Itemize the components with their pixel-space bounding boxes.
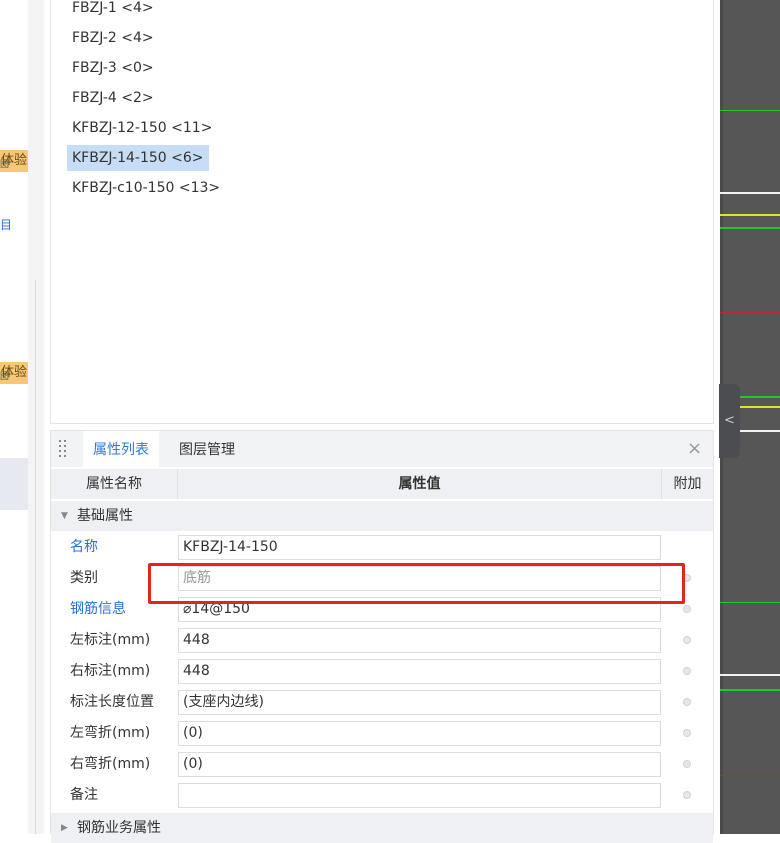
property-row-name: 名称 KFBZJ-14-150 <box>51 532 713 563</box>
left-selected-item[interactable] <box>0 458 28 510</box>
side-menu-char[interactable]: 目 <box>0 216 12 233</box>
property-label: 右弯折(mm) <box>70 756 151 772</box>
column-header-name: 属性名称 <box>51 469 178 499</box>
list-item[interactable]: FBZJ-1 <4> <box>67 0 159 21</box>
property-label: 右标注(mm) <box>70 663 151 679</box>
group-label: 基础属性 <box>77 508 133 524</box>
trial-badge-small-label: 图 <box>0 372 10 382</box>
list-item-selected[interactable]: KFBZJ-14-150 <6> <box>67 145 209 171</box>
canvas-line-red <box>720 312 780 313</box>
tab-property-list[interactable]: 属性列表 <box>83 431 159 467</box>
property-value-field[interactable] <box>178 783 661 808</box>
property-label: 标注长度位置 <box>70 694 154 710</box>
attach-dot-icon[interactable] <box>683 760 691 768</box>
canvas-line-green <box>720 110 780 111</box>
group-label: 钢筋业务属性 <box>77 820 161 836</box>
drag-grip-icon[interactable] <box>59 440 67 458</box>
list-item[interactable]: FBZJ-3 <0> <box>67 55 159 81</box>
property-label: 左标注(mm) <box>70 632 151 648</box>
property-row-left-bend: 左弯折(mm) (0) <box>51 718 713 749</box>
property-label: 左弯折(mm) <box>70 725 151 741</box>
attach-dot-icon[interactable] <box>683 698 691 706</box>
property-row-category: 类别 底筋 <box>51 563 713 594</box>
canvas-line-white <box>720 192 780 194</box>
group-rebar-business-properties[interactable]: ▶ 钢筋业务属性 <box>51 813 713 843</box>
property-value-field[interactable]: KFBZJ-14-150 <box>178 535 661 560</box>
property-row-length-position: 标注长度位置 (支座内边线) <box>51 687 713 718</box>
list-item[interactable]: FBZJ-2 <4> <box>67 25 159 51</box>
expand-arrow-icon[interactable]: ▶ <box>61 813 68 843</box>
list-item[interactable]: FBZJ-4 <2> <box>67 85 159 111</box>
property-value-field[interactable]: (0) <box>178 721 661 746</box>
attach-dot-icon[interactable] <box>683 667 691 675</box>
chevron-left-icon: < <box>724 413 735 428</box>
property-value-field[interactable]: (0) <box>178 752 661 777</box>
close-icon[interactable]: × <box>687 439 702 459</box>
attach-dot-icon[interactable] <box>683 605 691 613</box>
left-sidebar-divider <box>35 280 36 834</box>
property-value-field[interactable]: (支座内边线) <box>178 690 661 715</box>
tab-layer-management[interactable]: 图层管理 <box>169 431 245 467</box>
attach-dot-icon[interactable] <box>683 729 691 737</box>
canvas-line-yellow <box>720 214 780 216</box>
canvas-line-green <box>720 227 780 229</box>
column-header-extra: 附加 <box>662 469 713 499</box>
property-row-rebar-info: 钢筋信息 ⌀14@150 <box>51 594 713 625</box>
component-list-panel: FBZJ-1 <4> FBZJ-2 <4> FBZJ-3 <0> FBZJ-4 … <box>50 0 714 424</box>
trial-badge-small-label: 图 <box>0 160 10 170</box>
property-value-field[interactable]: 448 <box>178 628 661 653</box>
attach-dot-icon[interactable] <box>683 791 691 799</box>
group-basic-properties[interactable]: ▼ 基础属性 <box>51 501 713 531</box>
property-row-right-label: 右标注(mm) 448 <box>51 656 713 687</box>
properties-tabbar: 属性列表 图层管理 × <box>51 431 713 467</box>
property-label: 备注 <box>70 787 98 803</box>
property-row-right-bend: 右弯折(mm) (0) <box>51 749 713 780</box>
property-value-field[interactable]: ⌀14@150 <box>178 597 661 622</box>
canvas-line-green <box>720 602 780 603</box>
list-item[interactable]: KFBZJ-c10-150 <13> <box>67 175 225 201</box>
properties-panel: 属性列表 图层管理 × 属性名称 属性值 附加 ▼ 基础属性 名称 KFBZJ-… <box>50 430 714 843</box>
panel-collapse-handle[interactable]: < <box>719 384 740 458</box>
property-row-left-label: 左标注(mm) 448 <box>51 625 713 656</box>
property-value-field[interactable]: 底筋 <box>178 566 661 591</box>
list-item[interactable]: KFBZJ-12-150 <11> <box>67 115 217 141</box>
column-header-value: 属性值 <box>178 469 662 499</box>
property-label: 类别 <box>70 570 98 586</box>
left-sidebar-inner <box>0 0 28 834</box>
canvas-line-white <box>720 674 780 676</box>
left-sidebar: 体验 图 目 体验 图 <box>0 0 44 834</box>
property-label[interactable]: 名称 <box>70 532 98 563</box>
attach-dot-icon[interactable] <box>683 574 691 582</box>
collapse-arrow-icon[interactable]: ▼ <box>61 501 68 531</box>
trial-badge[interactable]: 体验 图 <box>0 362 28 384</box>
canvas-line-red <box>720 775 780 776</box>
property-value-field[interactable]: 448 <box>178 659 661 684</box>
property-row-remark: 备注 <box>51 780 713 811</box>
attach-dot-icon[interactable] <box>683 636 691 644</box>
canvas-line-green <box>720 689 780 691</box>
trial-badge[interactable]: 体验 图 <box>0 150 28 172</box>
property-label[interactable]: 钢筋信息 <box>70 594 126 625</box>
